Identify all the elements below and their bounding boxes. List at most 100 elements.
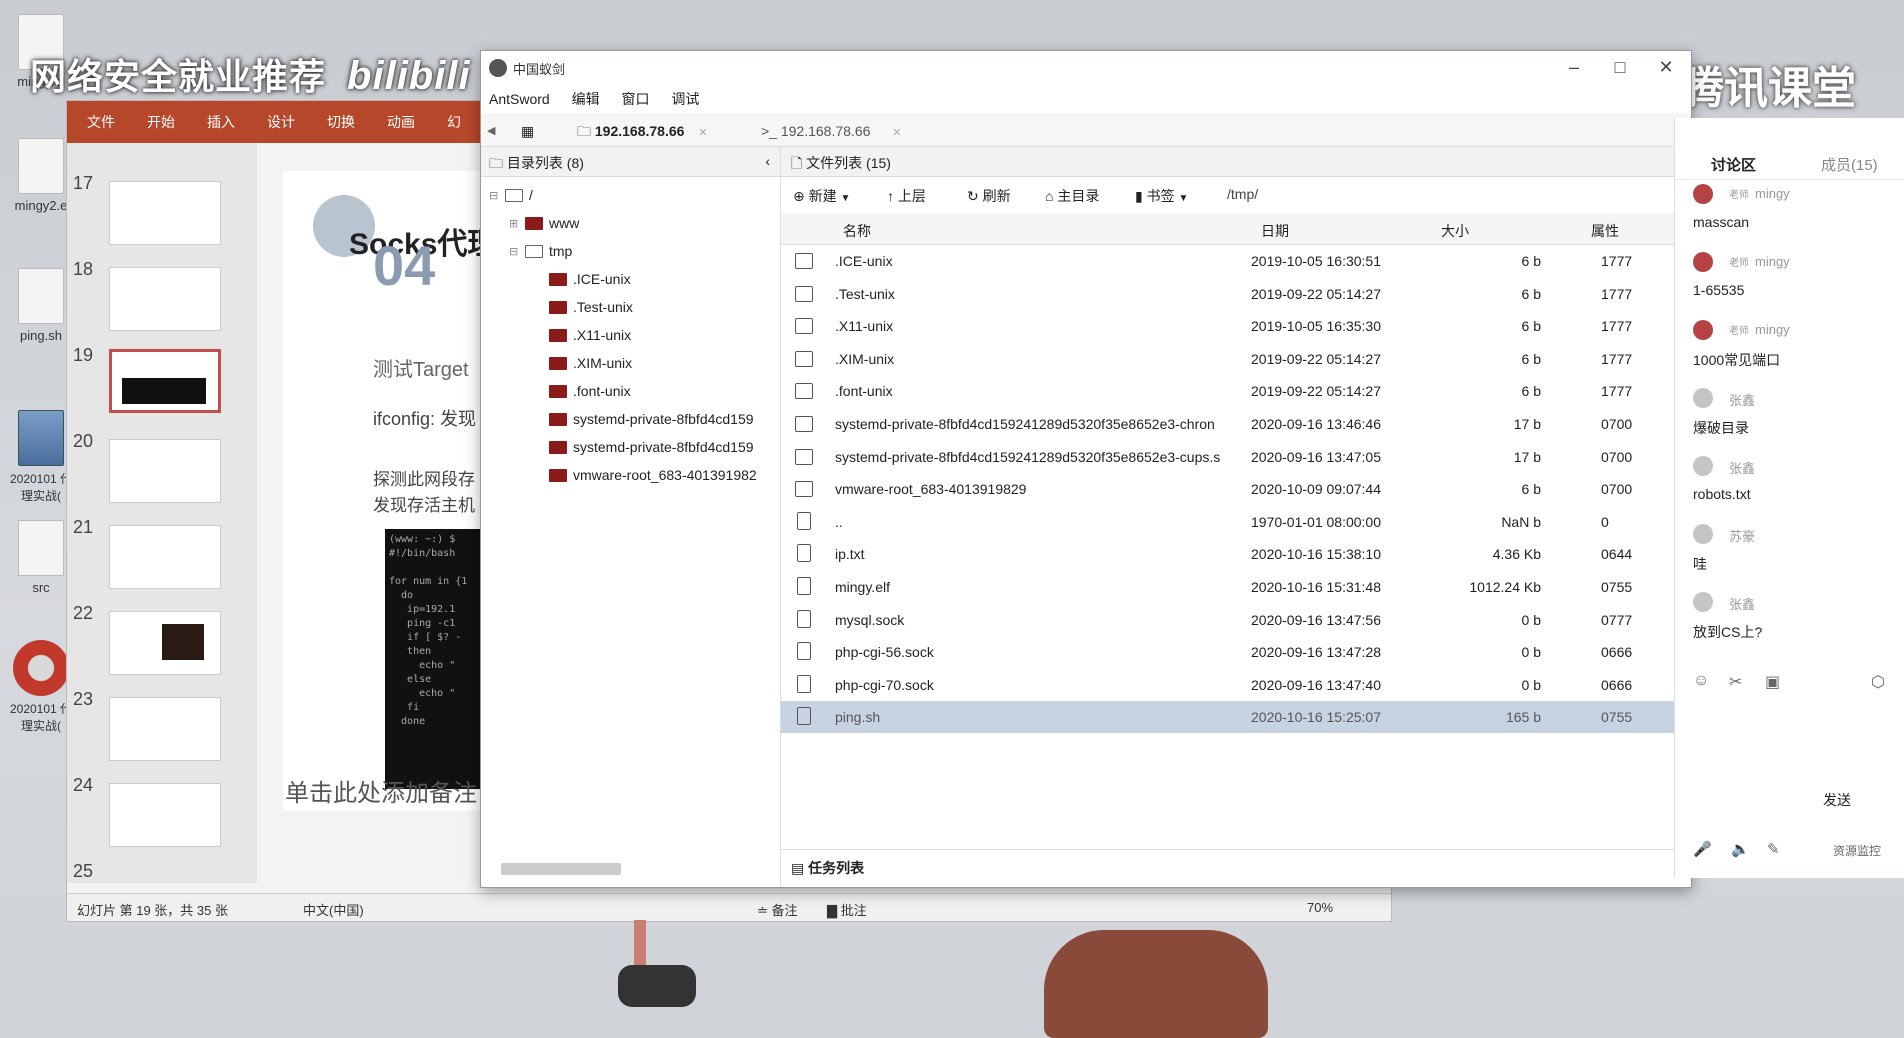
ribbon-tab-home[interactable]: 开始 bbox=[147, 112, 175, 132]
pen-icon[interactable]: ✎ bbox=[1767, 840, 1780, 858]
column-attr[interactable]: 属性 bbox=[1591, 221, 1619, 241]
horizontal-scrollbar[interactable] bbox=[501, 863, 621, 875]
refresh-button[interactable]: ↻ 刷新 bbox=[967, 186, 1011, 206]
bookmark-button[interactable]: ▮ 书签 ▼ bbox=[1135, 186, 1188, 206]
menu-debug[interactable]: 调试 bbox=[671, 91, 699, 107]
file-row[interactable]: systemd-private-8fbfd4cd159241289d5320f3… bbox=[781, 441, 1691, 473]
tree-node-tmp[interactable]: ⊟ tmp bbox=[509, 243, 572, 259]
ribbon-tab-file[interactable]: 文件 bbox=[87, 112, 115, 132]
tab-members[interactable]: 成员(15) bbox=[1821, 154, 1878, 175]
tree-node[interactable]: .X11-unix bbox=[549, 327, 631, 343]
slide-thumbnail[interactable] bbox=[109, 267, 221, 331]
file-size: 0 b bbox=[1521, 611, 1541, 628]
resource-monitor[interactable]: 资源监控 bbox=[1833, 842, 1881, 859]
tab-discussion[interactable]: 讨论区 bbox=[1711, 154, 1756, 175]
file-row[interactable]: mingy.elf 2020-10-16 15:31:48 1012.24 Kb 07… bbox=[781, 571, 1691, 603]
speaker-icon[interactable]: 🔈 bbox=[1731, 840, 1750, 858]
menu-antsword[interactable]: AntSword bbox=[489, 91, 550, 107]
home-button[interactable]: ⌂ 主目录 bbox=[1045, 186, 1099, 206]
file-row[interactable]: ping.sh 2020-10-16 15:25:07 165 b 0755 bbox=[781, 701, 1691, 734]
ribbon-tab-design[interactable]: 设计 bbox=[267, 112, 295, 132]
file-row[interactable]: .. 1970-01-01 08:00:00 NaN b 0 bbox=[781, 506, 1691, 538]
slide-thumbnail-selected[interactable] bbox=[109, 349, 221, 413]
minimize-icon[interactable]: – bbox=[1551, 53, 1597, 81]
tree-node[interactable]: systemd-private-8fbfd4cd159 bbox=[549, 439, 779, 455]
slide-thumbnail[interactable] bbox=[109, 783, 221, 847]
file-row[interactable]: .ICE-unix 2019-10-05 16:30:51 6 b 1777 bbox=[781, 245, 1691, 277]
slide-thumbnail[interactable] bbox=[109, 611, 221, 675]
tab-file-manager[interactable]: 🗀 192.168.78.66 ✕ bbox=[577, 117, 708, 145]
avatar bbox=[1693, 184, 1713, 204]
tab-close-icon[interactable]: ✕ bbox=[698, 127, 707, 139]
ribbon-tab-animations[interactable]: 动画 bbox=[387, 112, 415, 132]
ribbon-tab-insert[interactable]: 插入 bbox=[207, 112, 235, 132]
maximize-icon[interactable]: □ bbox=[1597, 53, 1643, 81]
task-list-bar[interactable]: ▤ 任务列表 bbox=[781, 849, 1691, 883]
tree-node[interactable]: .Test-unix bbox=[549, 299, 633, 315]
notes-button[interactable]: ≐ 备注 bbox=[757, 900, 798, 919]
image-icon[interactable]: ▣ bbox=[1765, 672, 1780, 692]
folder-open-icon bbox=[505, 188, 523, 202]
ribbon-tab-slideshow[interactable]: 幻 bbox=[447, 112, 461, 132]
menu-window[interactable]: 窗口 bbox=[621, 91, 649, 107]
tab-close-icon[interactable]: ✕ bbox=[892, 127, 901, 139]
file-size: 1012.24 Kb bbox=[1469, 579, 1541, 595]
file-row[interactable]: mysql.sock 2020-09-16 13:47:56 0 b 0777 bbox=[781, 604, 1691, 636]
antsword-titlebar[interactable]: 中国蚁剑 – □ ✕ bbox=[481, 51, 1691, 85]
file-row[interactable]: .Test-unix 2019-09-22 05:14:27 6 b 1777 bbox=[781, 278, 1691, 310]
tree-label: .X11-unix bbox=[573, 327, 632, 343]
comments-button[interactable]: ▇ 批注 bbox=[827, 900, 867, 919]
file-date: 2020-10-16 15:25:07 bbox=[1251, 709, 1381, 726]
folder-icon bbox=[549, 300, 567, 314]
column-size[interactable]: 大小 bbox=[1441, 221, 1469, 241]
file-name: systemd-private-8fbfd4cd159241289d5320f3… bbox=[835, 448, 1221, 465]
slide-thumbnail[interactable] bbox=[109, 439, 221, 503]
avatar bbox=[1693, 524, 1713, 544]
collapse-panel-icon[interactable]: ‹ bbox=[765, 153, 770, 169]
ribbon-tab-transitions[interactable]: 切换 bbox=[327, 112, 355, 132]
slide-thumbnail[interactable] bbox=[109, 525, 221, 589]
collapse-icon[interactable]: ⊟ bbox=[509, 245, 521, 258]
language-indicator[interactable]: 中文(中国) bbox=[303, 900, 364, 919]
file-row[interactable]: ip.txt 2020-10-16 15:38:10 4.36 Kb 0644 bbox=[781, 538, 1691, 570]
emoji-icon[interactable]: ☺ bbox=[1693, 672, 1709, 690]
column-name[interactable]: 名称 bbox=[843, 221, 871, 241]
tree-node[interactable]: .font-unix bbox=[549, 383, 631, 399]
settings-icon[interactable]: ⬡ bbox=[1871, 672, 1885, 692]
path-input[interactable]: /tmp/ bbox=[1227, 186, 1258, 202]
collapse-icon[interactable]: ⊟ bbox=[489, 189, 501, 202]
code-line: (www: ~:) $ bbox=[389, 534, 456, 545]
file-row[interactable]: .font-unix 2019-09-22 05:14:27 6 b 1777 bbox=[781, 375, 1691, 407]
tree-node-root[interactable]: ⊟ / bbox=[489, 187, 533, 203]
tree-node[interactable]: vmware-root_683-401391982 bbox=[549, 467, 779, 483]
tab-scroll-left-icon[interactable]: ◀ bbox=[487, 117, 495, 145]
tree-node-www[interactable]: ⊞ www bbox=[509, 215, 579, 231]
tab-terminal[interactable]: >_ 192.168.78.66 ✕ bbox=[761, 117, 902, 145]
up-button[interactable]: ↑ 上层 bbox=[887, 186, 926, 206]
home-grid-icon[interactable]: ▦ bbox=[521, 117, 534, 145]
file-row[interactable]: systemd-private-8fbfd4cd159241289d5320f3… bbox=[781, 408, 1691, 440]
column-date[interactable]: 日期 bbox=[1261, 221, 1289, 241]
tree-node[interactable]: systemd-private-8fbfd4cd159 bbox=[549, 411, 779, 427]
menu-edit[interactable]: 编辑 bbox=[572, 91, 600, 107]
tree-node[interactable]: .ICE-unix bbox=[549, 271, 631, 287]
close-icon[interactable]: ✕ bbox=[1643, 53, 1689, 81]
slide-notes-placeholder[interactable]: 单击此处添加备注 bbox=[285, 773, 477, 808]
folder-icon bbox=[549, 468, 567, 482]
file-row[interactable]: .X11-unix 2019-10-05 16:35:30 6 b 1777 bbox=[781, 310, 1691, 342]
expand-icon[interactable]: ⊞ bbox=[509, 217, 521, 230]
chat-role-badge: 老师 bbox=[1729, 326, 1749, 337]
scissors-icon[interactable]: ✂ bbox=[1729, 672, 1742, 692]
file-row[interactable]: vmware-root_683-4013919829 2020-10-09 09:… bbox=[781, 473, 1691, 505]
file-row[interactable]: .XIM-unix 2019-09-22 05:14:27 6 b 1777 bbox=[781, 343, 1691, 375]
microphone-icon[interactable]: 🎤 bbox=[1693, 840, 1712, 858]
slide-thumbnail[interactable] bbox=[109, 697, 221, 761]
zoom-level[interactable]: 70% bbox=[1307, 900, 1333, 915]
slide-thumbnail[interactable] bbox=[109, 181, 221, 245]
new-button[interactable]: ⊕ 新建 ▼ bbox=[793, 186, 850, 206]
file-row[interactable]: php-cgi-70.sock 2020-09-16 13:47:40 0 b 066… bbox=[781, 669, 1691, 701]
code-line: if [ $? - bbox=[389, 632, 462, 643]
file-row[interactable]: php-cgi-56.sock 2020-09-16 13:47:28 0 b 066… bbox=[781, 636, 1691, 668]
send-button[interactable]: 发送 bbox=[1823, 790, 1851, 810]
tree-node[interactable]: .XIM-unix bbox=[549, 355, 632, 371]
